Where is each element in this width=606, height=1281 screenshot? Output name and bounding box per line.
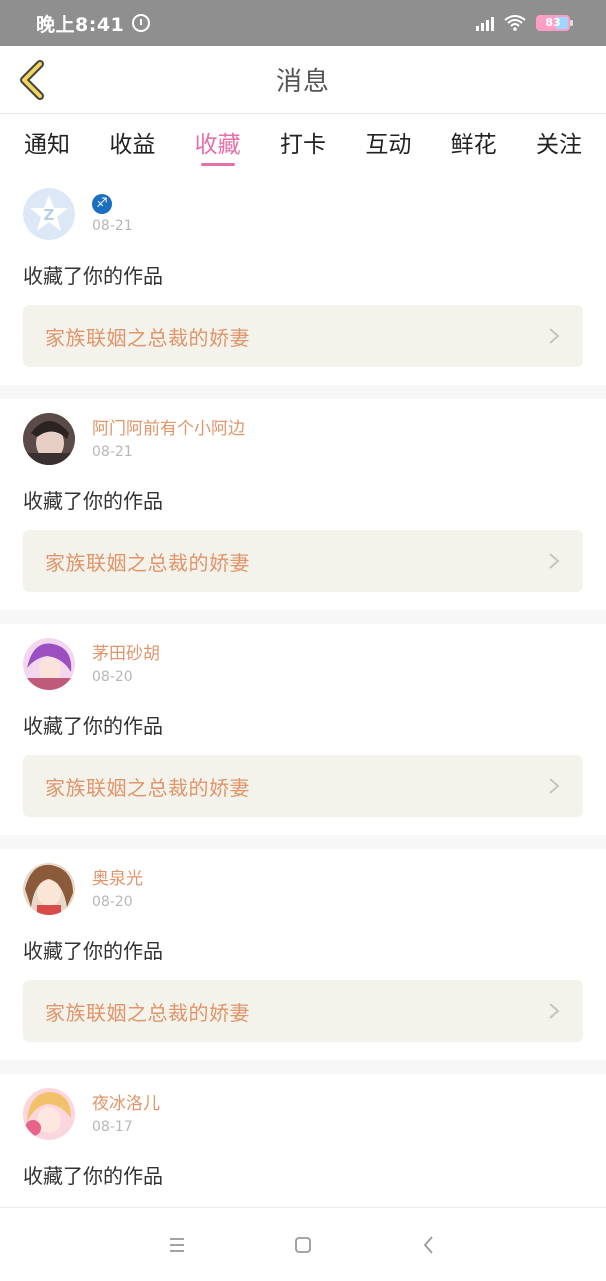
work-title: 家族联姻之总裁的娇妻 <box>45 325 250 350</box>
message-date: 08-21 <box>92 444 133 460</box>
work-title: 家族联姻之总裁的娇妻 <box>45 775 250 800</box>
tab-checkin[interactable]: 打卡 <box>280 114 326 174</box>
work-title: 家族联姻之总裁的娇妻 <box>45 550 250 575</box>
action-text: 收藏了你的作品 <box>23 714 163 738</box>
tab-earnings[interactable]: 收益 <box>109 114 155 174</box>
username[interactable]: 茅田砂胡 <box>92 643 160 665</box>
tab-bar: 通知 收益 收藏 打卡 互动 鲜花 关注 <box>0 114 606 174</box>
tab-favorites[interactable]: 收藏 <box>195 114 241 174</box>
avatar[interactable] <box>23 1088 75 1140</box>
work-link[interactable]: 家族联姻之总裁的娇妻 <box>23 980 583 1042</box>
action-text: 收藏了你的作品 <box>23 489 163 513</box>
message-date: 08-20 <box>92 894 133 910</box>
action-text: 收藏了你的作品 <box>23 264 163 288</box>
wifi-icon <box>504 15 526 31</box>
status-time: 晚上8:41 <box>36 13 125 36</box>
tab-follows[interactable]: 关注 <box>536 114 582 174</box>
chevron-right-icon <box>549 328 560 344</box>
alarm-icon <box>132 14 151 32</box>
menu-icon[interactable] <box>164 1232 190 1258</box>
work-link[interactable]: 家族联姻之总裁的娇妻 <box>23 530 583 592</box>
message-list: Z ♐ 08-21 收藏了你的作品 家族联姻之总裁的娇妻 阿门阿前有个小阿边 0… <box>0 174 606 1207</box>
message-date: 08-20 <box>92 669 133 685</box>
home-icon[interactable] <box>290 1232 316 1258</box>
avatar[interactable]: Z <box>23 188 75 240</box>
status-bar: 晚上8:41 83 <box>0 0 606 46</box>
list-item: Z ♐ 08-21 收藏了你的作品 家族联姻之总裁的娇妻 <box>0 174 606 385</box>
tab-flowers[interactable]: 鲜花 <box>451 114 497 174</box>
username[interactable]: 夜冰洛儿 <box>92 1093 160 1115</box>
chevron-right-icon <box>549 778 560 794</box>
list-item: 茅田砂胡 08-20 收藏了你的作品 家族联姻之总裁的娇妻 <box>0 624 606 835</box>
list-item: 夜冰洛儿 08-17 收藏了你的作品 <box>0 1074 606 1207</box>
username[interactable]: 阿门阿前有个小阿边 <box>92 418 245 440</box>
list-item: 阿门阿前有个小阿边 08-21 收藏了你的作品 家族联姻之总裁的娇妻 <box>0 399 606 610</box>
action-text: 收藏了你的作品 <box>23 939 163 963</box>
username[interactable]: 奥泉光 <box>92 868 143 890</box>
zodiac-sagittarius-icon: ♐ <box>92 194 112 214</box>
work-title: 家族联姻之总裁的娇妻 <box>45 1000 250 1025</box>
battery-icon: 83 <box>536 15 573 31</box>
back-button[interactable] <box>14 58 54 102</box>
tab-interactions[interactable]: 互动 <box>365 114 411 174</box>
work-link[interactable]: 家族联姻之总裁的娇妻 <box>23 755 583 817</box>
message-date: 08-21 <box>92 218 133 234</box>
avatar[interactable] <box>23 863 75 915</box>
chevron-right-icon <box>549 1003 560 1019</box>
message-date: 08-17 <box>92 1119 133 1135</box>
avatar[interactable] <box>23 413 75 465</box>
page-header: 消息 <box>0 46 606 114</box>
chevron-right-icon <box>549 553 560 569</box>
action-text: 收藏了你的作品 <box>23 1164 163 1188</box>
avatar[interactable] <box>23 638 75 690</box>
back-nav-icon[interactable] <box>416 1232 442 1258</box>
tab-notifications[interactable]: 通知 <box>24 114 70 174</box>
work-link[interactable]: 家族联姻之总裁的娇妻 <box>23 305 583 367</box>
svg-text:Z: Z <box>44 206 55 224</box>
system-nav-bar <box>0 1207 606 1281</box>
page-title: 消息 <box>275 67 330 97</box>
signal-icon <box>476 15 494 31</box>
list-item: 奥泉光 08-20 收藏了你的作品 家族联姻之总裁的娇妻 <box>0 849 606 1060</box>
